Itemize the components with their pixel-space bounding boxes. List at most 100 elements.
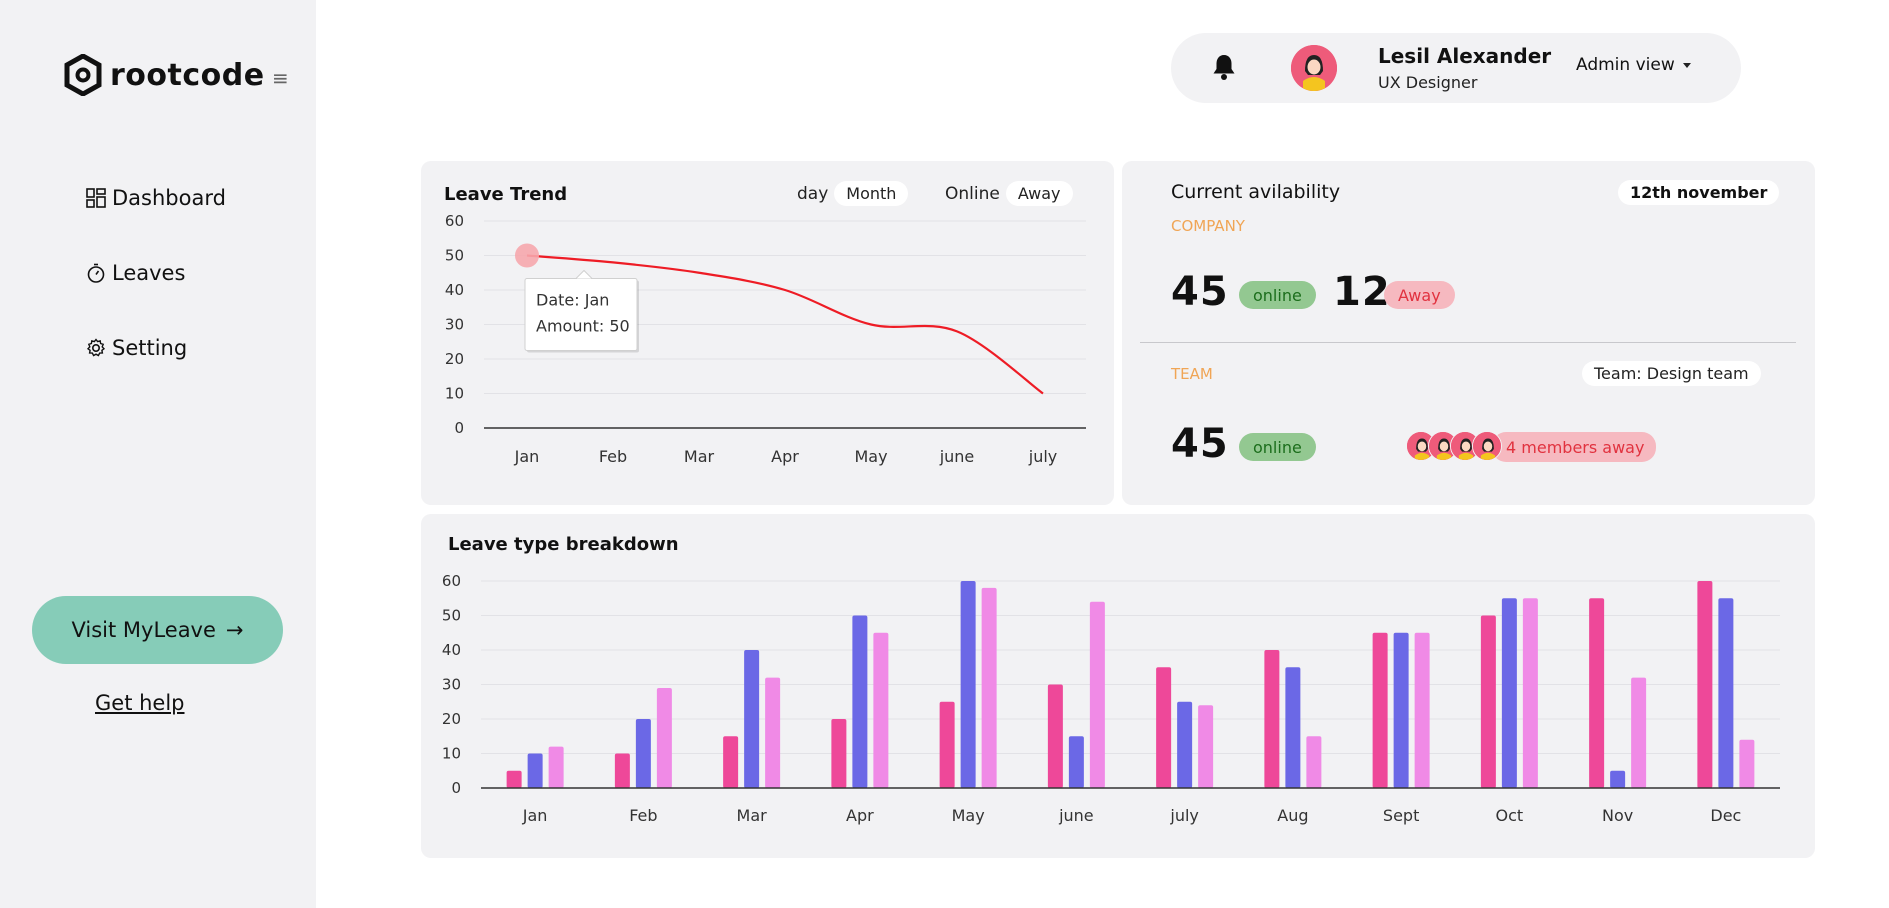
x-tick-label: Aug [1277,806,1308,825]
x-tick-label: Mar [737,806,768,825]
availability-card: Current avilability 12th november COMPAN… [1122,161,1815,505]
nav-label-dashboard: Dashboard [112,186,226,210]
y-tick-label: 40 [445,281,464,299]
bar [1697,581,1713,788]
x-tick-label: May [952,806,985,825]
x-tick-label: May [854,447,887,466]
admin-view-label: Admin view [1576,55,1675,75]
chevron-down-icon [1682,62,1691,68]
bar [548,746,564,788]
arrow-right-icon: → [225,618,244,642]
x-tick-label: Apr [846,806,874,825]
bar [1372,632,1388,788]
menu-toggle-icon[interactable]: ≡ [272,66,289,90]
bar [1393,632,1409,788]
x-tick-label: Nov [1602,806,1633,825]
stopwatch-icon [84,261,108,285]
sidebar: rootcode ≡ Dashboard Leaves Setting Visi… [0,0,316,908]
bar [1156,667,1172,788]
team-online-count: 45 [1171,421,1229,467]
x-tick-label: Dec [1710,806,1741,825]
avatar [1472,431,1502,461]
availability-divider [1140,342,1796,343]
x-tick-label: july [1028,447,1058,466]
profile-bar: Lesil Alexander UX Designer Admin view [1171,33,1741,103]
leave-breakdown-chart: 0 10 20 30 40 50 60 Jan Feb Mar Apr May june july Aug S… [442,572,1780,825]
nav-label-setting: Setting [112,336,188,360]
bar [1718,598,1734,788]
bar [1089,601,1105,788]
x-tick-label: Feb [629,806,657,825]
bar [1589,598,1605,788]
bar [656,687,672,788]
y-tick-label: 60 [445,212,464,230]
y-tick-label: 20 [442,710,461,728]
y-tick-label: 20 [445,350,464,368]
bar [1414,632,1430,788]
data-point-highlight [515,243,539,268]
nav-item-leaves[interactable]: Leaves [84,261,185,285]
x-tick-label: Sept [1383,806,1419,825]
team-select[interactable]: Team: Design team [1582,361,1761,386]
x-tick-label: Mar [684,447,715,466]
bar [723,736,739,788]
x-tick-label: june [1058,806,1094,825]
logo-hexagon-icon [64,54,102,96]
x-tick-label: Jan [514,447,540,466]
x-tick-label: july [1169,806,1199,825]
nav-item-setting[interactable]: Setting [84,336,187,360]
nav-label-leaves: Leaves [112,261,186,285]
bar [873,632,889,788]
x-tick-label: Feb [599,447,627,466]
bar [1522,598,1538,788]
gear-icon [84,336,108,360]
y-tick-label: 10 [445,385,464,403]
company-label: COMPANY [1171,217,1245,235]
x-tick-label: june [939,447,975,466]
bar [765,677,781,788]
bar [614,753,630,788]
bar [1198,705,1214,788]
user-name: Lesil Alexander [1378,44,1552,68]
bar [1631,677,1647,788]
bar [744,650,760,788]
nav-item-dashboard[interactable]: Dashboard [84,186,226,210]
bar [1068,736,1084,788]
leave-breakdown-card: Leave type breakdown 0 10 20 30 40 50 60 Jan Feb… [421,514,1815,858]
bar [1264,650,1280,788]
bar [527,753,543,788]
get-help-link[interactable]: Get help [95,691,185,715]
away-members-avatars [1406,431,1502,461]
leave-trend-card: Leave Trend day Month Online Away 0 10 20 3… [421,161,1114,505]
bar [1739,739,1755,788]
date-badge[interactable]: 12th november [1618,180,1780,205]
tooltip-line: Date: Jan [536,291,609,310]
admin-view-dropdown[interactable]: Admin view [1576,55,1691,75]
bar [1610,770,1626,788]
visit-myleave-button[interactable]: Visit MyLeave → [32,596,283,664]
online-badge: online [1239,281,1316,309]
tooltip-line: Amount: 50 [536,317,630,336]
y-tick-label: 0 [451,779,461,797]
logo[interactable]: rootcode [64,54,265,96]
bell-icon[interactable] [1211,53,1237,85]
bar [635,719,651,788]
y-tick-label: 50 [442,607,461,625]
y-tick-label: 50 [445,247,464,265]
x-tick-label: Oct [1496,806,1524,825]
team-label: TEAM [1171,365,1213,383]
y-tick-label: 0 [454,419,464,437]
y-tick-label: 60 [442,572,461,590]
bar [1501,598,1517,788]
y-tick-label: 10 [442,745,461,763]
grid-icon [84,186,108,210]
visit-button-label: Visit MyLeave [71,618,216,642]
user-role: UX Designer [1378,73,1478,92]
y-tick-label: 40 [442,641,461,659]
bar [939,701,955,788]
avatar[interactable] [1291,45,1337,91]
logo-text: rootcode [110,57,265,93]
bar [831,719,847,788]
tooltip-pointer [574,269,594,279]
bar [852,615,868,788]
